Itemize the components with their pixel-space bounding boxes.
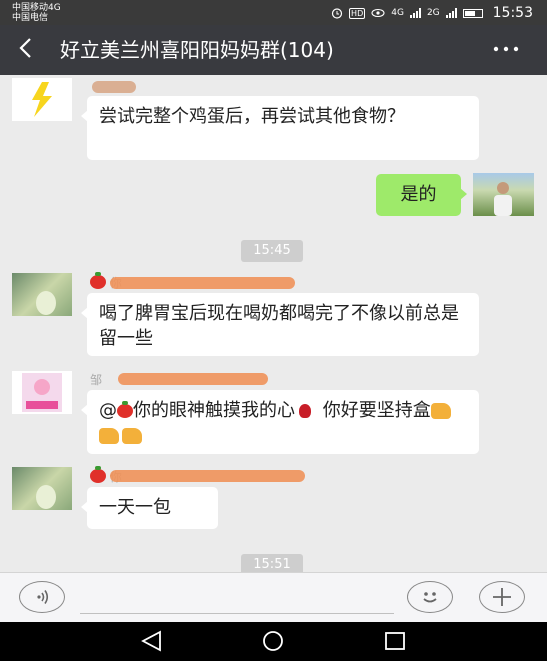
message-text: 一天一包 bbox=[99, 497, 171, 518]
nickname-redacted bbox=[92, 77, 136, 95]
message-bubble[interactable]: @ 你的眼神触摸我的心 你好要坚持盒 bbox=[81, 390, 479, 454]
plus-button[interactable] bbox=[479, 581, 525, 613]
message-bubble[interactable]: 尝试完整个鸡蛋后，再尝试其他食物？ bbox=[81, 96, 479, 160]
message-text: 喝了脾胃宝后现在喝奶都喝完了不像以前总是留一些 bbox=[99, 303, 459, 349]
message-text: 尝试完整个鸡蛋后，再尝试其他食物？ bbox=[99, 106, 405, 127]
plus-icon bbox=[493, 588, 511, 606]
eye-icon bbox=[371, 8, 385, 18]
thumbs-up-icon bbox=[99, 428, 119, 444]
avatar[interactable] bbox=[12, 371, 72, 414]
status-icons: HD 4G 2G 15:53 bbox=[331, 5, 533, 21]
person-photo-icon bbox=[494, 182, 512, 216]
more-button[interactable] bbox=[491, 35, 521, 71]
message-input[interactable] bbox=[80, 613, 394, 614]
thumbs-up-icon bbox=[430, 403, 451, 419]
status-bar: 中国移动4G 中国电信 HD 4G 2G 15:53 bbox=[0, 0, 547, 25]
back-button[interactable] bbox=[16, 33, 46, 65]
carrier-2-label: 中国电信 bbox=[12, 13, 49, 23]
lightning-icon bbox=[32, 82, 52, 117]
mention-at: @ bbox=[99, 400, 117, 421]
redaction-mark bbox=[110, 470, 305, 482]
message-text-end: 你好要坚持盒 bbox=[317, 400, 431, 421]
voice-icon bbox=[37, 590, 49, 604]
chat-header: 好立美兰州喜阳阳妈妈群(104) bbox=[0, 25, 547, 75]
signal-2-icon bbox=[445, 8, 457, 18]
message-bubble[interactable]: 一天一包 bbox=[81, 487, 218, 529]
clock: 15:53 bbox=[492, 5, 533, 21]
cartoon-avatar-icon bbox=[22, 373, 62, 412]
tomato-emoji-icon bbox=[90, 466, 106, 483]
rose-emoji-icon bbox=[299, 404, 311, 418]
avatar[interactable] bbox=[12, 467, 72, 510]
redaction-mark bbox=[118, 373, 268, 385]
nav-back-button[interactable] bbox=[140, 630, 164, 652]
nav-home-icon bbox=[263, 631, 283, 651]
thumbs-up-icon bbox=[122, 428, 142, 444]
voice-button[interactable] bbox=[19, 581, 65, 613]
message-bubble-self[interactable]: 是的 bbox=[376, 174, 467, 216]
tomato-emoji-icon bbox=[117, 401, 133, 418]
battery-icon bbox=[462, 8, 483, 18]
self-avatar[interactable] bbox=[473, 173, 534, 216]
network-1-label: 4G bbox=[391, 8, 404, 18]
message-bubble[interactable]: 喝了脾胃宝后现在喝奶都喝完了不像以前总是留一些 bbox=[81, 293, 479, 356]
carrier-1-label: 中国移动4G bbox=[12, 3, 61, 13]
chat-area[interactable]: 尝试完整个鸡蛋后，再尝试其他食物？ 是的 15:45 你 喝了脾胃宝后现在喝奶都… bbox=[0, 75, 547, 572]
nav-recent-icon bbox=[385, 632, 405, 650]
nickname: 你 bbox=[90, 272, 300, 292]
message-text: 是的 bbox=[400, 184, 437, 205]
input-bar bbox=[0, 572, 547, 623]
avatar[interactable] bbox=[12, 78, 72, 121]
avatar[interactable] bbox=[12, 273, 72, 316]
network-2-label: 2G bbox=[426, 8, 440, 18]
tomato-emoji-icon bbox=[90, 272, 106, 289]
timestamp: 15:45 bbox=[241, 240, 303, 262]
person-photo-icon bbox=[36, 485, 56, 509]
alarm-icon bbox=[331, 8, 343, 19]
chat-title: 好立美兰州喜阳阳妈妈群(104) bbox=[60, 38, 334, 62]
nickname: 你 bbox=[90, 466, 310, 486]
nav-recent-button[interactable] bbox=[383, 630, 407, 652]
message-text: 你的眼神触摸我的心 bbox=[133, 400, 295, 421]
nickname: 邹 bbox=[90, 371, 270, 389]
more-icon bbox=[493, 46, 519, 52]
nav-home-button[interactable] bbox=[261, 630, 285, 652]
hd-icon: HD bbox=[349, 7, 366, 19]
emoji-button[interactable] bbox=[407, 581, 453, 613]
signal-1-icon bbox=[409, 8, 421, 18]
person-photo-icon bbox=[36, 291, 56, 315]
chevron-left-icon bbox=[19, 38, 31, 58]
redaction-mark bbox=[110, 277, 295, 289]
nav-back-icon bbox=[141, 630, 161, 652]
timestamp: 15:51 bbox=[241, 554, 303, 572]
system-nav-bar bbox=[0, 622, 547, 661]
emoji-icon bbox=[423, 592, 437, 603]
